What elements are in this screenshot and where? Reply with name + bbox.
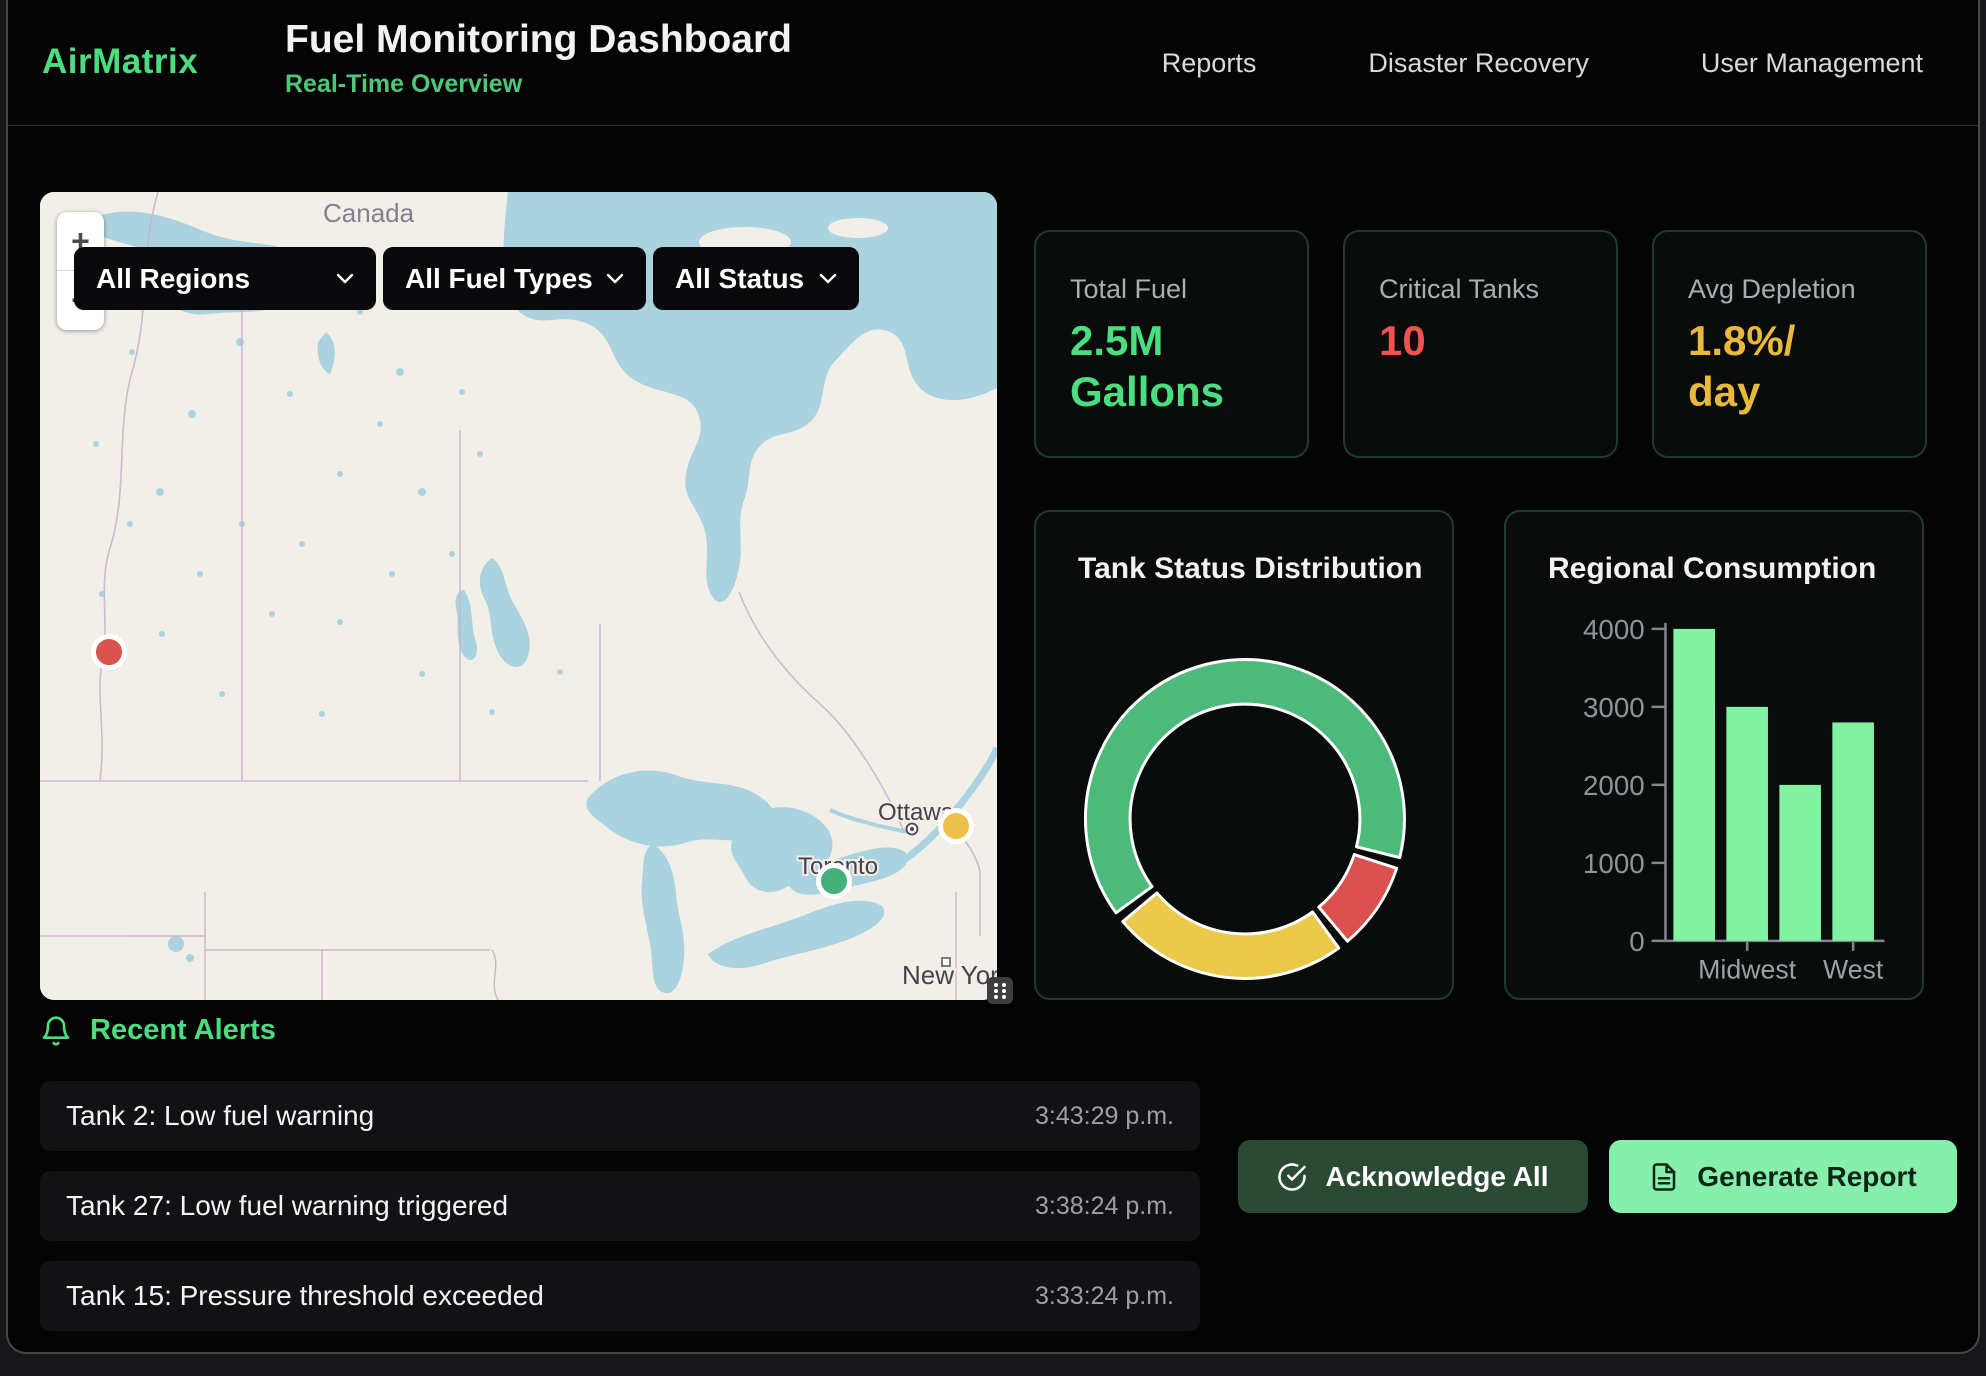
alert-time: 3:38:24 p.m. [1035,1192,1174,1221]
map-marker-normal[interactable] [819,866,850,897]
filter-label: All Regions [96,263,250,295]
alert-text: Tank 2: Low fuel warning [66,1100,374,1132]
alert-time: 3:43:29 p.m. [1035,1102,1174,1131]
check-circle-icon [1277,1162,1307,1192]
y-tick-label: 1000 [1583,848,1645,879]
bar-south [1779,785,1821,941]
map-town-symbol-ottawa-dot [910,827,914,831]
alert-row: Tank 2: Low fuel warning 3:43:29 p.m. [40,1081,1200,1151]
document-icon [1649,1162,1679,1192]
acknowledge-all-label: Acknowledge All [1325,1161,1548,1193]
donut-segment-warning [1123,893,1339,979]
filter-all-regions[interactable]: All Regions [74,247,376,310]
chevron-down-icon [819,273,837,284]
donut-segment-critical [1319,855,1397,942]
app-header: AirMatrix Fuel Monitoring Dashboard Real… [8,0,1978,126]
stat-value-line: day [1688,366,1891,417]
stat-value: 10 [1379,315,1582,366]
x-tick-label-midwest: Midwest [1698,955,1797,985]
filter-label: All Status [675,263,804,295]
map-marker-critical[interactable] [94,637,125,668]
alert-text: Tank 27: Low fuel warning triggered [66,1190,508,1222]
stat-value-line: 1.8%/ [1688,315,1891,366]
generate-report-button[interactable]: Generate Report [1609,1140,1957,1213]
page-subtitle: Real-Time Overview [285,70,792,99]
stat-value-line: 10 [1379,315,1582,366]
y-tick-label: 0 [1629,926,1644,957]
bar-northeast [1673,629,1715,941]
stat-value: 2.5MGallons [1070,315,1273,417]
alert-row: Tank 15: Pressure threshold exceeded 3:33… [40,1261,1200,1331]
stat-value-line: 2.5M [1070,315,1273,366]
stat-label: Avg Depletion [1688,274,1891,305]
chevron-down-icon [606,273,624,284]
map-filters: All Regions All Fuel Types All Status [74,247,859,310]
stat-card-critical-tanks: Critical Tanks 10 [1343,230,1618,458]
stat-card-total-fuel: Total Fuel 2.5MGallons [1034,230,1309,458]
map-label-canada: Canada [323,198,415,228]
stat-value-line: Gallons [1070,366,1273,417]
bell-icon [40,1015,72,1047]
y-tick-label: 3000 [1583,692,1645,723]
recent-alerts-title: Recent Alerts [90,1014,276,1047]
nav-item-disaster-recovery[interactable]: Disaster Recovery [1368,48,1589,79]
acknowledge-all-button[interactable]: Acknowledge All [1238,1140,1588,1213]
filter-all-status[interactable]: All Status [653,247,859,310]
recent-alerts-header: Recent Alerts [40,1014,276,1047]
alert-text: Tank 15: Pressure threshold exceeded [66,1280,544,1312]
stat-value: 1.8%/day [1688,315,1891,417]
map-island [828,218,888,238]
y-tick-label: 2000 [1583,770,1645,801]
bar-midwest [1726,707,1768,941]
regional-consumption-bar-chart: 0 1000 2000 3000 4000 Midwest West [1506,512,1922,997]
tank-status-donut-chart [1036,512,1452,997]
stat-label: Total Fuel [1070,274,1273,305]
map-canvas[interactable]: Canada Ottawa Toronto New York [40,192,997,1000]
brand-logo[interactable]: AirMatrix [42,42,198,82]
x-tick-label-west: West [1823,955,1884,985]
main-nav: Reports Disaster Recovery User Management [1162,0,1923,126]
page-title: Fuel Monitoring Dashboard [285,18,792,62]
chevron-down-icon [336,273,354,284]
filter-all-fuel-types[interactable]: All Fuel Types [383,247,646,310]
y-tick-label: 4000 [1583,614,1645,645]
alert-row: Tank 27: Low fuel warning triggered 3:38:… [40,1171,1200,1241]
nav-item-user-management[interactable]: User Management [1701,48,1923,79]
regional-consumption-card: Regional Consumption 01000200030004000Mi… [1504,510,1924,1000]
filter-label: All Fuel Types [405,263,593,295]
drag-handle-icon[interactable] [987,977,1013,1004]
alert-time: 3:33:24 p.m. [1035,1282,1174,1311]
map-panel[interactable]: Canada Ottawa Toronto New York + − All R… [40,192,997,1000]
stat-label: Critical Tanks [1379,274,1582,305]
stat-card-avg-depletion: Avg Depletion 1.8%/day [1652,230,1927,458]
map-city-symbol-new-york [942,958,950,966]
title-block: Fuel Monitoring Dashboard Real-Time Over… [285,18,792,99]
map-svg: Canada Ottawa Toronto New York [40,192,997,1000]
bar-west [1832,722,1874,940]
map-marker-warning[interactable] [941,811,972,842]
dashboard-panel: AirMatrix Fuel Monitoring Dashboard Real… [6,0,1980,1354]
generate-report-label: Generate Report [1697,1161,1916,1193]
tank-status-card: Tank Status Distribution [1034,510,1454,1000]
nav-item-reports[interactable]: Reports [1162,48,1257,79]
right-column: Total Fuel 2.5MGallons Critical Tanks 10 Avg… [1034,192,1927,1000]
